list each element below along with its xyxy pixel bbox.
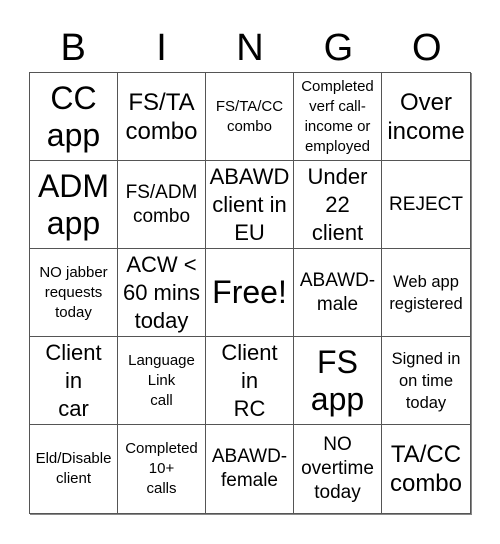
bingo-cell-g1[interactable]: Completed verf call- income or employed xyxy=(294,73,382,161)
bingo-cell-label: ADM app xyxy=(37,167,110,241)
bingo-cell-label: Under 22 client xyxy=(307,163,368,245)
bingo-cell-label: Client in RC xyxy=(221,339,278,421)
bingo-card-grid: CC app FS/TA combo FS/TA/CC combo Completed… xyxy=(29,72,471,514)
bingo-header: B I N G O xyxy=(29,24,471,72)
bingo-cell-label: FS/TA/CC combo xyxy=(215,97,284,135)
bingo-cell-g2[interactable]: Under 22 client xyxy=(294,161,382,249)
bingo-cell-o2[interactable]: REJECT xyxy=(382,161,470,249)
bingo-cell-o5[interactable]: TA/CC combo xyxy=(382,425,470,513)
bingo-cell-label: Client in car xyxy=(45,339,102,421)
bingo-cell-label: Eld/Disable client xyxy=(35,450,112,487)
bingo-cell-g4[interactable]: FS app xyxy=(294,337,382,425)
bingo-cell-label: Language Link call xyxy=(128,351,195,409)
bingo-cell-n4[interactable]: Client in RC xyxy=(206,337,294,425)
bingo-cell-i5[interactable]: Completed 10+ calls xyxy=(118,425,206,513)
bingo-cell-label: Completed 10+ calls xyxy=(125,440,198,497)
bingo-cell-label: ABAWD- male xyxy=(299,269,376,315)
bingo-cell-label: ABAWD client in EU xyxy=(209,163,290,245)
bingo-cell-i2[interactable]: FS/ADM combo xyxy=(118,161,206,249)
bingo-cell-label: TA/CC combo xyxy=(389,441,463,497)
bingo-cell-b4[interactable]: Client in car xyxy=(30,337,118,425)
bingo-cell-i1[interactable]: FS/TA combo xyxy=(118,73,206,161)
bingo-cell-label: NO jabber requests today xyxy=(39,263,108,321)
bingo-cell-label: Completed verf call- income or employed xyxy=(301,77,374,155)
bingo-cell-label: ABAWD- female xyxy=(211,446,288,491)
header-letter-n: N xyxy=(236,27,264,69)
bingo-cell-label: Over income xyxy=(387,88,465,145)
header-letter-g: G xyxy=(323,27,354,69)
bingo-cell-o4[interactable]: Signed in on time today xyxy=(382,337,470,425)
bingo-cell-g5[interactable]: NO overtime today xyxy=(294,425,382,513)
bingo-cell-label: Web app registered xyxy=(389,272,463,313)
bingo-cell-label: CC app xyxy=(46,79,101,153)
bingo-cell-label: NO overtime today xyxy=(301,434,374,503)
bingo-cell-n1[interactable]: FS/TA/CC combo xyxy=(206,73,294,161)
header-letter-i: I xyxy=(156,27,167,69)
bingo-cell-b3[interactable]: NO jabber requests today xyxy=(30,249,118,337)
header-letter-o: O xyxy=(411,27,442,69)
bingo-cell-label: FS app xyxy=(310,343,365,417)
bingo-cell-b5[interactable]: Eld/Disable client xyxy=(30,425,118,513)
bingo-cell-n5[interactable]: ABAWD- female xyxy=(206,425,294,513)
bingo-cell-label: REJECT xyxy=(389,193,463,215)
header-letter-b: B xyxy=(60,27,86,69)
bingo-cell-g3[interactable]: ABAWD- male xyxy=(294,249,382,337)
bingo-cell-n2[interactable]: ABAWD client in EU xyxy=(206,161,294,249)
bingo-cell-label: Free! xyxy=(212,274,287,310)
bingo-cell-i3[interactable]: ACW < 60 mins today xyxy=(118,249,206,337)
bingo-cell-o3[interactable]: Web app registered xyxy=(382,249,470,337)
bingo-cell-label: FS/TA combo xyxy=(125,88,198,145)
bingo-cell-label: ACW < 60 mins today xyxy=(122,251,201,333)
bingo-cell-i4[interactable]: Language Link call xyxy=(118,337,206,425)
bingo-cell-o1[interactable]: Over income xyxy=(382,73,470,161)
bingo-cell-label: Signed in on time today xyxy=(391,349,461,412)
bingo-cell-b1[interactable]: CC app xyxy=(30,73,118,161)
bingo-cell-b2[interactable]: ADM app xyxy=(30,161,118,249)
bingo-free-space[interactable]: Free! xyxy=(206,249,294,337)
bingo-cell-label: FS/ADM combo xyxy=(125,181,198,227)
